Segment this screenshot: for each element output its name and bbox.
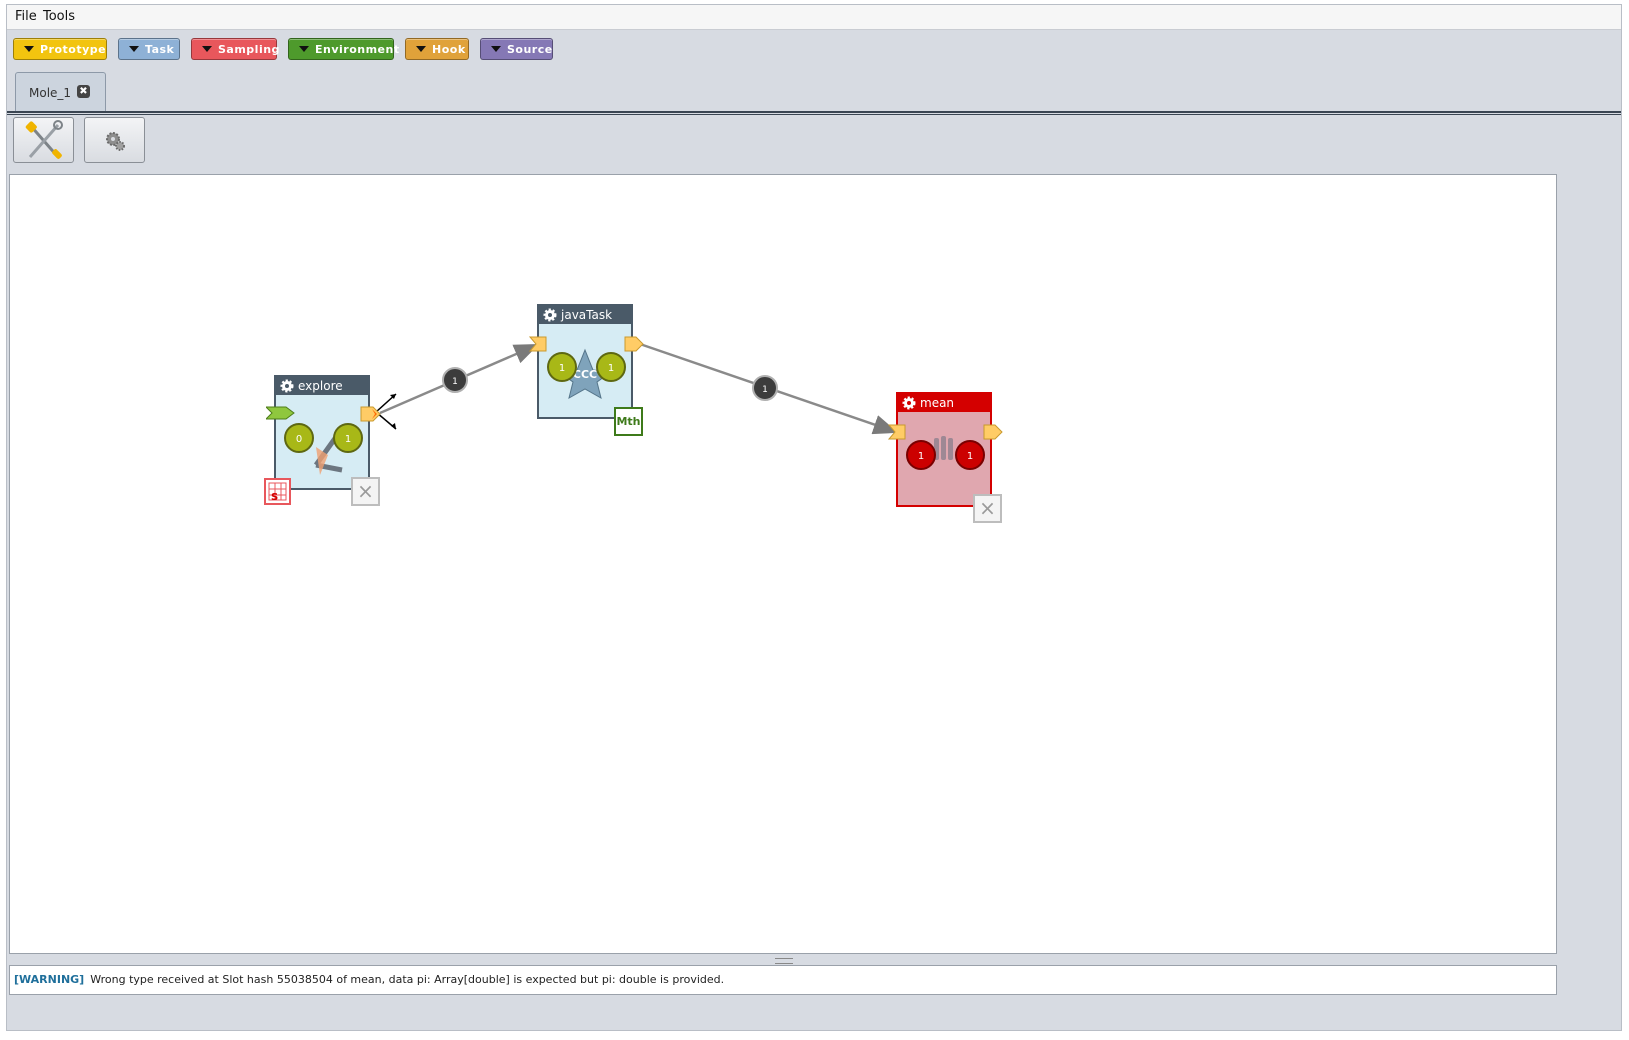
svg-text:1: 1 [918,451,924,462]
output-slot-count: 1 [333,423,363,453]
wrench-screwdriver-icon [25,120,63,159]
transition-label-2[interactable]: 1 [751,374,779,402]
menu-bar: File Tools [7,5,1621,30]
output-slot-connector[interactable] [983,424,1003,440]
capsule-mean[interactable]: mean 1 1 [896,392,992,507]
gears-icon [106,132,125,151]
capsule-title-bar: javaTask [539,306,631,324]
svg-text:1: 1 [967,451,973,462]
prototype-palette-label: Prototype [40,42,107,56]
output-slot-connector[interactable] [624,336,644,352]
starting-capsule-tag [266,406,295,420]
warning-level: [WARNING] [14,973,85,986]
tab-bar: Mole_1 ✖ [7,69,1621,115]
capsule-title: explore [298,379,343,393]
dropdown-triangle-icon [24,46,34,52]
hook-palette-label: Hook [432,42,466,56]
tab-label: Mole_1 [29,86,72,100]
dropdown-triangle-icon [129,46,139,52]
tab-mole-1[interactable]: Mole_1 ✖ [15,72,106,112]
sampling-palette-label: Sampling [218,42,280,56]
workflow-canvas[interactable]: 1 1 explore 0 1 S × javaTask CCC 1 1 Mth… [9,174,1557,954]
tab-underline [7,111,1621,113]
capsule-title-bar: mean [898,394,990,412]
output-slot-count: 1 [596,352,626,382]
gear-icon[interactable] [279,378,295,394]
environment-badge[interactable]: Mth [614,407,643,436]
menu-file[interactable]: File [15,9,37,24]
svg-text:1: 1 [559,363,565,374]
build-mode-button[interactable] [13,117,74,163]
output-slot-connector[interactable] [360,406,382,422]
input-slot-count: 0 [284,423,314,453]
svg-text:1: 1 [608,363,614,374]
remove-capsule-icon[interactable]: × [351,477,380,506]
dropdown-triangle-icon [202,46,212,52]
transition-label-1[interactable]: 1 [441,366,469,394]
hook-palette-button[interactable]: Hook [405,38,469,60]
svg-text:S: S [271,492,278,503]
menu-tools[interactable]: Tools [43,9,75,24]
svg-text:1: 1 [762,385,768,395]
input-slot-count: 1 [547,352,577,382]
remove-capsule-icon[interactable]: × [973,494,1002,523]
environment-palette-button[interactable]: Environment [288,38,399,60]
sampling-palette-button[interactable]: Sampling [191,38,280,60]
svg-text:1: 1 [452,377,458,387]
console-panel: [WARNING] Wrong type received at Slot has… [9,965,1557,995]
application-window: File Tools Prototype Task Sampling Envir… [6,4,1622,1031]
gear-icon[interactable] [542,307,558,323]
execution-mode-button[interactable] [84,117,145,163]
close-icon[interactable]: ✖ [77,85,90,98]
output-slot-count: 1 [955,440,985,470]
transitions-layer [375,341,899,435]
task-palette-label: Task [145,42,175,56]
input-slot-connector[interactable] [888,424,908,440]
environment-palette-label: Environment [315,42,400,56]
sampling-badge-icon[interactable]: S [264,478,291,505]
capsule-javatask[interactable]: javaTask CCC 1 1 [537,304,633,419]
capsule-explore[interactable]: explore 0 1 [274,375,370,490]
svg-text:0: 0 [296,434,302,445]
svg-text:1: 1 [345,434,351,445]
warning-message: Wrong type received at Slot hash 5503850… [90,973,725,986]
tab-underline-secondary [7,114,1621,115]
capsule-title: mean [920,396,955,410]
prototype-palette-button[interactable]: Prototype [13,38,107,60]
source-palette-label: Source [507,42,553,56]
dropdown-triangle-icon [299,46,309,52]
source-palette-button[interactable]: Source [480,38,553,60]
dropdown-triangle-icon [416,46,426,52]
input-slot-connector[interactable] [529,336,549,352]
capsule-title-bar: explore [276,377,368,395]
split-pane-divider[interactable] [775,958,793,964]
input-slot-count: 1 [906,440,936,470]
capsule-title: javaTask [561,308,613,322]
task-palette-button[interactable]: Task [118,38,180,60]
dropdown-triangle-icon [491,46,501,52]
gear-icon[interactable] [901,395,917,411]
